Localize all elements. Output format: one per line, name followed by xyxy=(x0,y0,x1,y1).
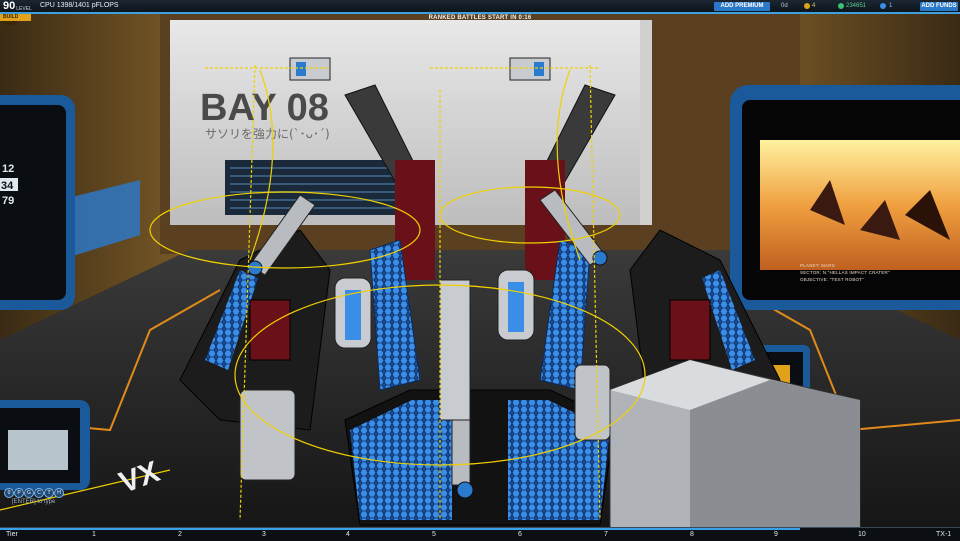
cosmetic-credit-icon xyxy=(880,3,886,9)
level-number: 90 xyxy=(3,0,16,12)
hotbar-slot-6[interactable]: 6 xyxy=(518,530,522,540)
chat-channel-help[interactable]: H xyxy=(54,488,64,498)
hotbar-slot-tx1[interactable]: TX-1 xyxy=(936,530,951,540)
left-screen-value-2: 34 xyxy=(1,180,14,192)
chat-input[interactable]: [ENTER] to type xyxy=(12,498,112,506)
planet-info: PLANET: MARS SECTOR: N."HELLAS IMPACT CR… xyxy=(800,262,910,292)
premium-days: 0d xyxy=(781,3,788,9)
hotbar-slot-8[interactable]: 8 xyxy=(690,530,694,540)
hotbar-slot-4[interactable]: 4 xyxy=(346,530,350,540)
ranked-countdown: RANKED BATTLES START IN 0:16 xyxy=(428,15,532,21)
left-monitor: 12 34 79 xyxy=(0,95,75,310)
top-right-turret[interactable] xyxy=(509,57,551,81)
chat-panel: 0 P G C T H [ENTER] to type xyxy=(0,486,120,508)
hotbar-slot-3[interactable]: 3 xyxy=(262,530,266,540)
chat-channel-all[interactable]: 0 xyxy=(4,488,14,498)
bay-sign-subtitle: サソリを強力に(`･ᴗ･´) xyxy=(205,127,330,141)
token-icon xyxy=(804,3,810,9)
cosmetic-credit-count: 1 xyxy=(889,3,893,9)
chat-channel-party[interactable]: P xyxy=(14,488,24,498)
hotbar-tier-label: Tier xyxy=(6,531,18,538)
left-thruster[interactable] xyxy=(334,277,372,349)
top-left-turret[interactable] xyxy=(289,57,331,81)
left-screen-value-3: 79 xyxy=(2,195,14,207)
chat-channel-team[interactable]: T xyxy=(44,488,54,498)
robits-icon xyxy=(838,3,844,9)
planet-name: PLANET: MARS xyxy=(800,263,835,268)
hotbar-progress xyxy=(0,528,800,530)
bay-sign-title: BAY 08 xyxy=(200,87,329,129)
planet-sector: SECTOR: N."HELLAS IMPACT CRATER" xyxy=(800,270,890,275)
xp-bar xyxy=(0,12,960,14)
token-count: 4 xyxy=(812,3,816,9)
chat-channel-clan[interactable]: C xyxy=(34,488,44,498)
right-thruster[interactable] xyxy=(497,269,535,341)
hotbar-slot-9[interactable]: 9 xyxy=(774,530,778,540)
chat-channel-global[interactable]: G xyxy=(24,488,34,498)
robits-count: 234651 xyxy=(846,3,867,9)
hotbar-slot-1[interactable]: 1 xyxy=(92,530,96,540)
player-level[interactable]: 90 LEVEL xyxy=(3,0,32,12)
hotbar-slot-7[interactable]: 7 xyxy=(604,530,608,540)
cpu-readout: CPU 1398/1401 pFLOPS xyxy=(40,2,119,9)
add-premium-button[interactable]: ADD PREMIUM xyxy=(714,2,770,11)
hotbar-slot-5[interactable]: 5 xyxy=(432,530,436,540)
left-screen-value-1: 12 xyxy=(2,163,14,175)
hotbar-slot-10[interactable]: 10 xyxy=(858,530,866,540)
planet-objective: OBJECTIVE: "TEST ROBOT" xyxy=(800,277,864,282)
hotbar-slot-2[interactable]: 2 xyxy=(178,530,182,540)
add-funds-button[interactable]: ADD FUNDS xyxy=(920,2,958,11)
cube-tier-hotbar: Tier 1 2 3 4 5 6 7 8 9 10 TX-1 xyxy=(0,527,960,541)
